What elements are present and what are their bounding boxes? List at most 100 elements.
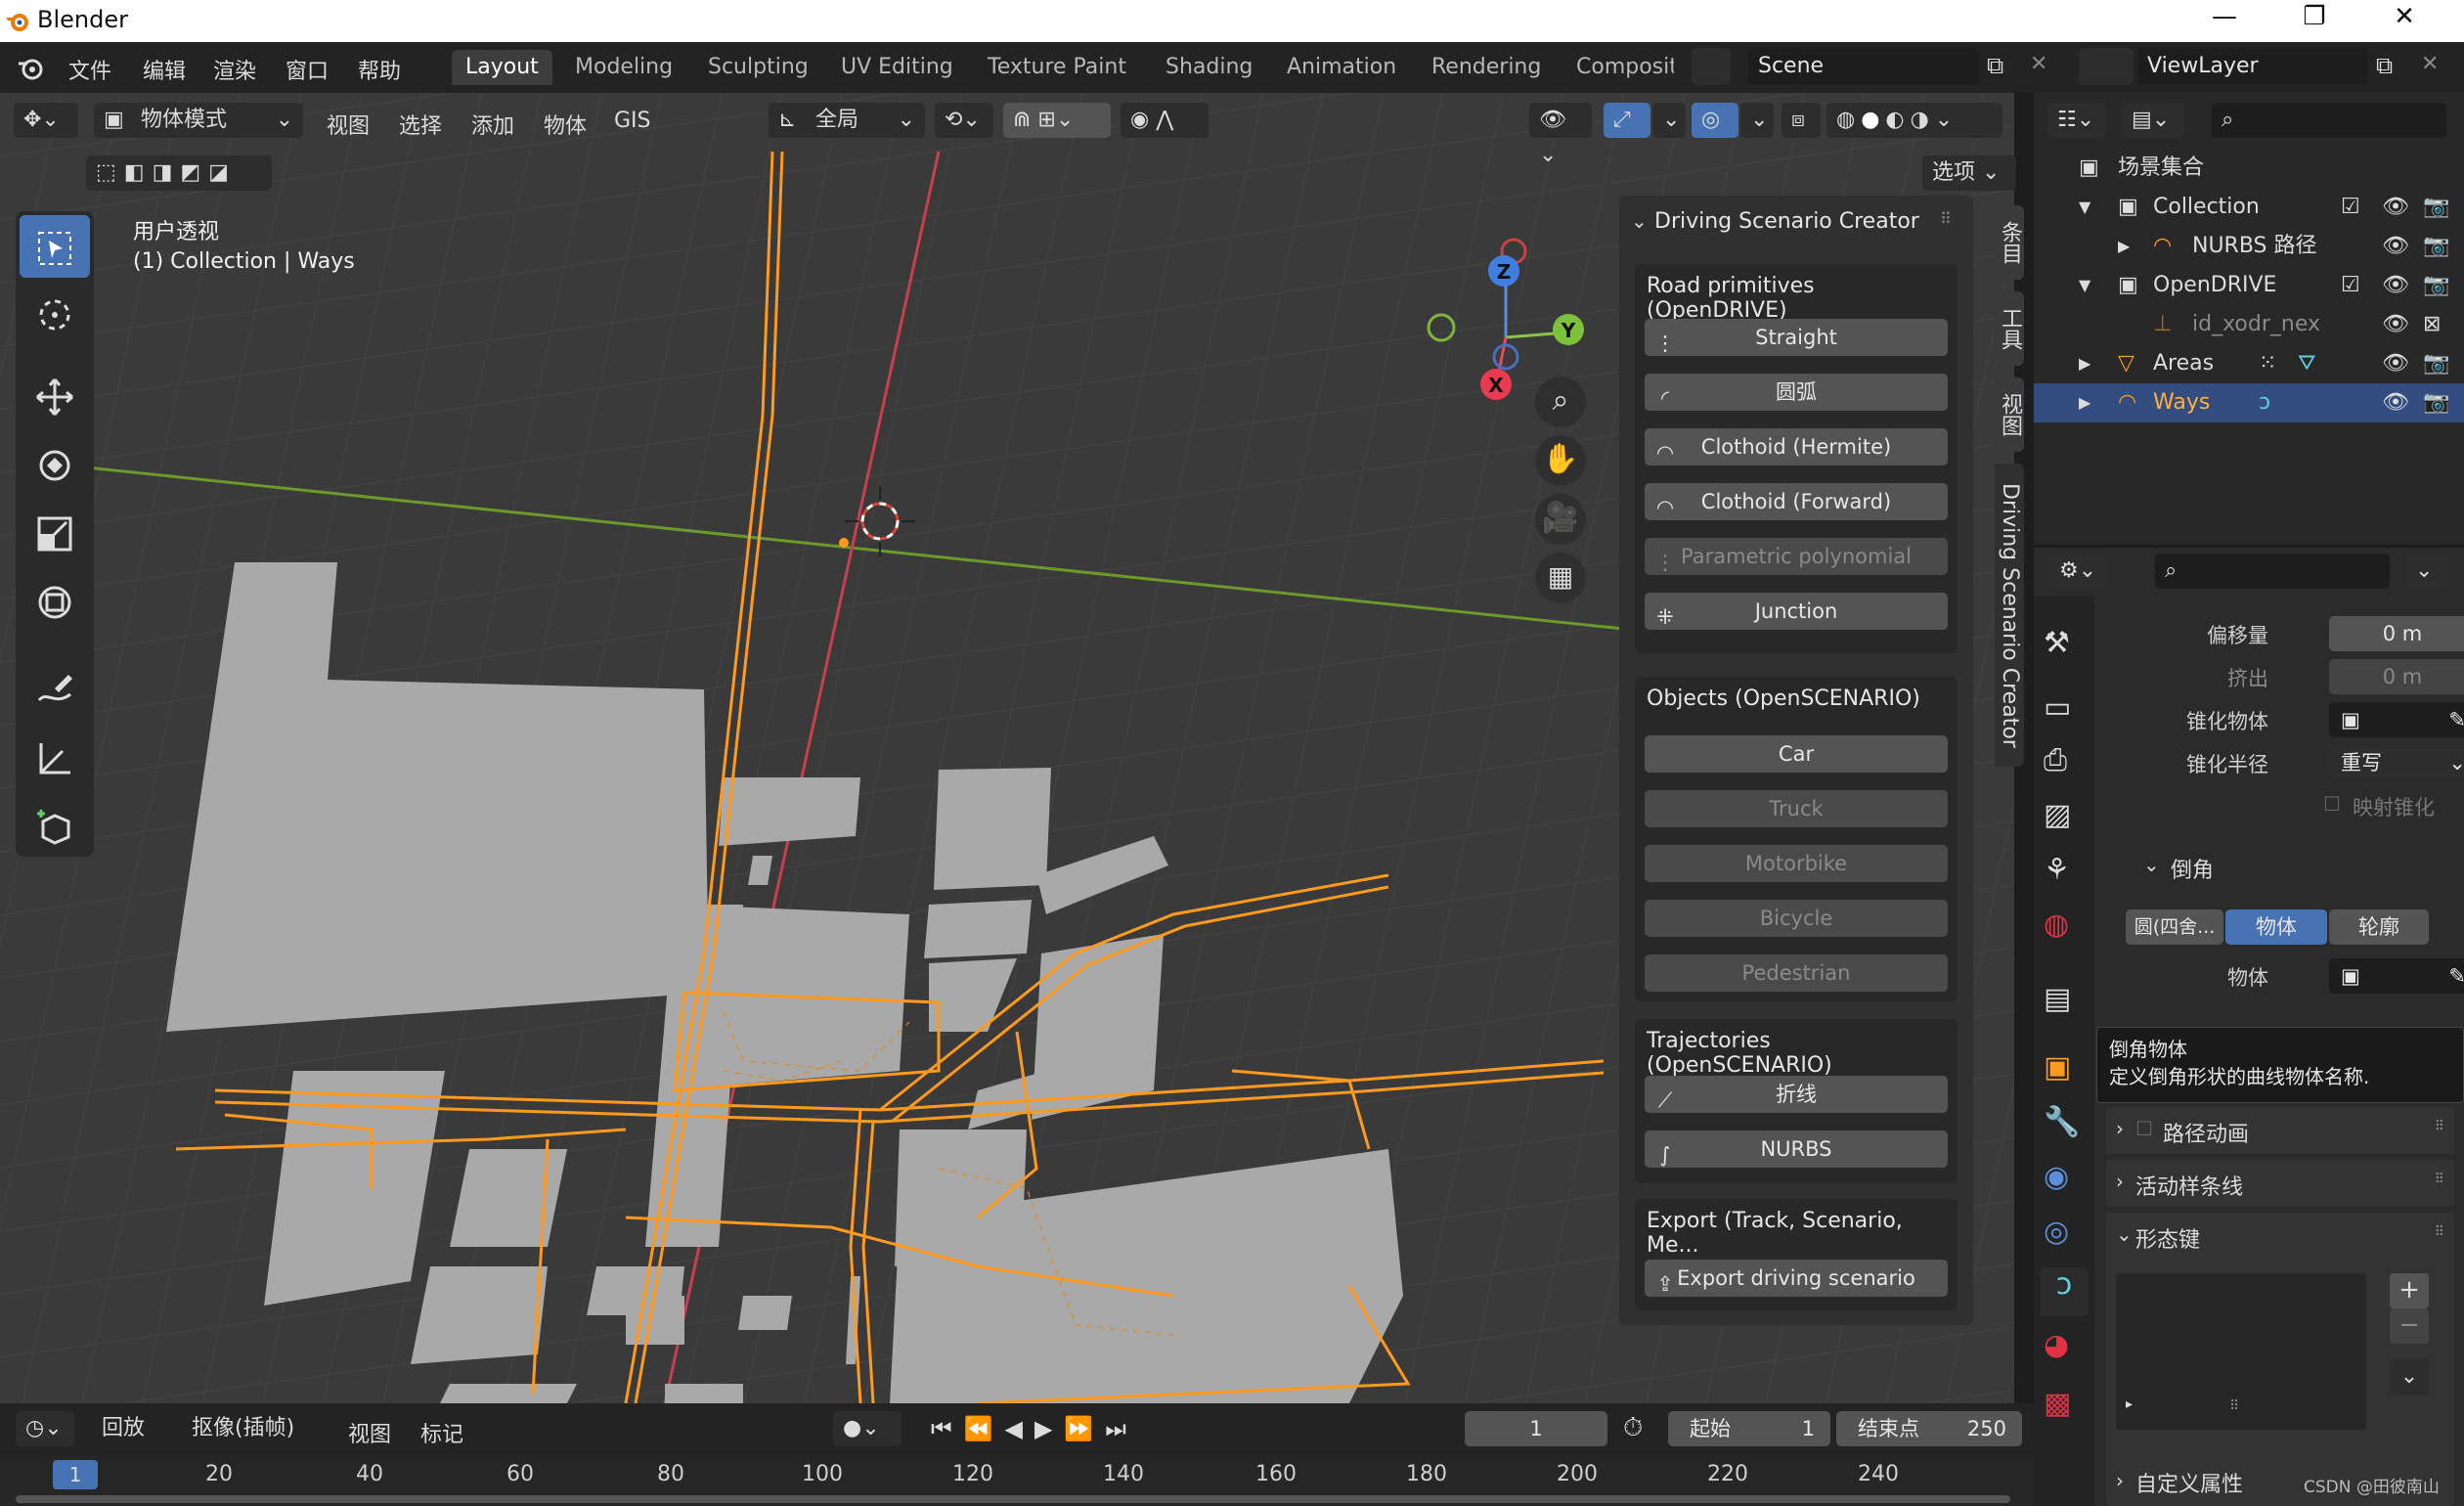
properties-search-input[interactable]: ⌕	[2155, 554, 2390, 589]
checkbox-icon[interactable]: ☑	[2341, 266, 2360, 305]
extrude-field[interactable]: 0 m	[2329, 659, 2464, 694]
rotate-tool-icon[interactable]	[20, 432, 90, 495]
menu-window[interactable]: 窗口	[286, 54, 329, 85]
camera-icon[interactable]: 📷	[2423, 266, 2449, 305]
nurbs-button[interactable]: ∫ NURBS	[1645, 1130, 1948, 1168]
output-tab-icon[interactable]: ⎙	[2044, 743, 2067, 777]
drag-handle-icon[interactable]: ⠿	[2435, 1119, 2444, 1134]
bevel-mode-object[interactable]: 物体	[2225, 909, 2327, 945]
editor-type-icon[interactable]: ✥⌄	[14, 103, 78, 138]
remove-shape-key-button[interactable]: −	[2390, 1308, 2429, 1344]
chevron-down-icon[interactable]: ⌄	[1652, 103, 1686, 138]
render-tab-icon[interactable]: ▭	[2044, 690, 2071, 725]
material-tab-icon[interactable]: ◕	[2044, 1328, 2069, 1362]
tab-tool[interactable]: 工具	[1995, 291, 2024, 366]
new-viewlayer-icon[interactable]: ⧉	[2376, 52, 2393, 79]
eye-icon[interactable]: 👁	[2382, 188, 2409, 227]
outliner-row-areas[interactable]: ▶ ▽ Areas ⁙ ⛛ 👁 📷	[2034, 344, 2464, 383]
menu-select[interactable]: 选择	[399, 109, 442, 140]
maximize-button[interactable]: ❐	[2280, 2, 2349, 31]
keying-menu[interactable]: 抠像(插帧) ⌄	[182, 1411, 329, 1476]
view-layer-tab-icon[interactable]: ▨	[2044, 798, 2071, 832]
bevel-mode-round[interactable]: 圆(四舍...	[2126, 909, 2223, 945]
timeline-editor-type-icon[interactable]: ◷⌄	[16, 1411, 74, 1446]
annotate-tool-icon[interactable]	[20, 657, 90, 720]
gizmo-neg-y-icon[interactable]	[1427, 313, 1456, 342]
drag-handle-icon[interactable]: ⠿	[1940, 209, 1952, 228]
tab-rendering[interactable]: Rendering	[1418, 50, 1555, 85]
shape-key-specials-button[interactable]: ⌄	[2390, 1359, 2429, 1395]
camera-disabled-icon[interactable]: ⊠	[2423, 305, 2441, 344]
panel-title[interactable]: Driving Scenario Creator	[1654, 209, 1919, 234]
tab-item[interactable]: 条目	[1995, 205, 2024, 280]
tab-modeling[interactable]: Modeling	[561, 50, 686, 85]
viewlayer-selector-icon[interactable]	[2079, 48, 2134, 85]
add-cube-tool-icon[interactable]	[20, 794, 90, 857]
timeline-ruler[interactable]: 1 20 40 60 80 100 120 140 160 180 200 22…	[0, 1456, 2034, 1506]
display-mode-icon[interactable]: ▤⌄	[2122, 103, 2184, 138]
tab-compositing[interactable]: Composit	[1562, 50, 1674, 85]
tab-uv-editing[interactable]: UV Editing	[827, 50, 967, 85]
delete-viewlayer-icon[interactable]: ✕	[2421, 52, 2439, 76]
new-scene-icon[interactable]: ⧉	[1987, 52, 2003, 79]
clothoid-hermite-button[interactable]: ◠ Clothoid (Hermite)	[1645, 428, 1948, 465]
bevel-object-field[interactable]: ▣ ✎	[2329, 958, 2464, 994]
zoom-icon[interactable]: ⌕	[1535, 376, 1586, 427]
expand-arrow-icon[interactable]: ▶	[2118, 227, 2130, 266]
scale-tool-icon[interactable]	[20, 501, 90, 563]
proportional-edit-icon[interactable]: ◉ ⋀	[1121, 103, 1209, 138]
chevron-down-icon[interactable]: ⌄	[1631, 209, 1648, 233]
transform-tool-icon[interactable]	[20, 569, 90, 632]
offset-field[interactable]: 0 m	[2329, 616, 2464, 651]
properties-editor-type-icon[interactable]: ⚙⌄	[2049, 554, 2108, 589]
delete-scene-icon[interactable]: ✕	[2030, 52, 2047, 76]
chevron-down-icon[interactable]: ⌄	[2405, 554, 2448, 589]
outliner-row-opendrive[interactable]: ▼ ▣ OpenDRIVE ☑ 👁 📷	[2034, 266, 2464, 305]
end-frame-field[interactable]: 结束点 250	[1836, 1411, 2022, 1446]
texture-tab-icon[interactable]: ▩	[2044, 1387, 2071, 1421]
gizmo-toggle-icon[interactable]: ⤢	[1604, 103, 1650, 138]
scene-name-field[interactable]: Scene	[1748, 48, 1979, 85]
playback-menu[interactable]: 回放 ⌄	[92, 1411, 178, 1476]
world-tab-icon[interactable]: ◍	[2044, 908, 2069, 942]
move-tool-icon[interactable]	[20, 364, 90, 426]
timeline-view-menu[interactable]: 视图	[348, 1417, 391, 1448]
arc-button[interactable]: ◜ 圆弧	[1645, 374, 1948, 411]
drag-handle-icon[interactable]: ⠿	[2435, 1172, 2444, 1187]
tab-texture-paint[interactable]: Texture Paint	[974, 50, 1140, 85]
play-icon[interactable]: ▸	[2126, 1396, 2133, 1412]
shading-mode-icons[interactable]: ◍●◐◑⌄	[1826, 103, 2002, 138]
truck-button[interactable]: Truck	[1645, 790, 1948, 827]
tab-sculpting[interactable]: Sculpting	[694, 50, 822, 85]
drag-handle-icon[interactable]: ⠿	[2435, 1224, 2444, 1240]
scene-tab-icon[interactable]: ⚘	[2044, 853, 2070, 887]
minimize-button[interactable]: —	[2190, 2, 2259, 31]
options-dropdown[interactable]: 选项 ⌄	[1922, 155, 2016, 191]
mode-selector[interactable]: 物体模式 ⌄ ▣	[94, 103, 303, 138]
motorbike-button[interactable]: Motorbike	[1645, 845, 1948, 882]
current-frame-field[interactable]: 1	[1465, 1411, 1607, 1446]
eye-icon[interactable]: 👁	[2382, 344, 2409, 383]
timeline-scrollbar[interactable]	[16, 1495, 2010, 1503]
physics-tab-icon[interactable]: ◎	[2044, 1215, 2069, 1249]
tab-driving-scenario-creator[interactable]: Driving Scenario Creator	[1995, 464, 2024, 767]
tab-layout[interactable]: Layout	[452, 50, 552, 85]
export-driving-scenario-button[interactable]: ⇪ Export driving scenario	[1645, 1260, 1948, 1297]
navigation-gizmo[interactable]: Z Y X	[1408, 220, 1604, 474]
chevron-right-icon[interactable]: ›	[2116, 1469, 2124, 1492]
menu-view[interactable]: 视图	[327, 109, 370, 140]
outliner-row-id-xodr[interactable]: ⊥ id_xodr_nex 👁 ⊠	[2034, 305, 2464, 344]
cursor-tool-icon[interactable]	[20, 282, 90, 344]
eye-icon[interactable]: 👁	[2382, 266, 2409, 305]
outliner-row-collection[interactable]: ▼ ▣ Collection ☑ 👁 📷	[2034, 188, 2464, 227]
outliner-search-input[interactable]: ⌕	[2212, 103, 2446, 138]
eyedropper-icon[interactable]: ✎	[2448, 958, 2464, 994]
xray-icon[interactable]: ⧈	[1782, 103, 1821, 138]
snap-icon[interactable]: ⋒ ⊞⌄	[1003, 103, 1111, 138]
camera-icon[interactable]: 📷	[2423, 383, 2449, 422]
tool-tab-icon[interactable]: ⚒	[2044, 626, 2070, 660]
panel-path-animation[interactable]: › ☐ 路径动画 ⠿	[2106, 1107, 2454, 1154]
playback-controls[interactable]: ⏮⏪◀▶⏩⏭	[921, 1411, 1156, 1446]
menu-gis[interactable]: GIS	[614, 109, 651, 133]
gizmo-neg-x-icon[interactable]	[1492, 343, 1519, 371]
